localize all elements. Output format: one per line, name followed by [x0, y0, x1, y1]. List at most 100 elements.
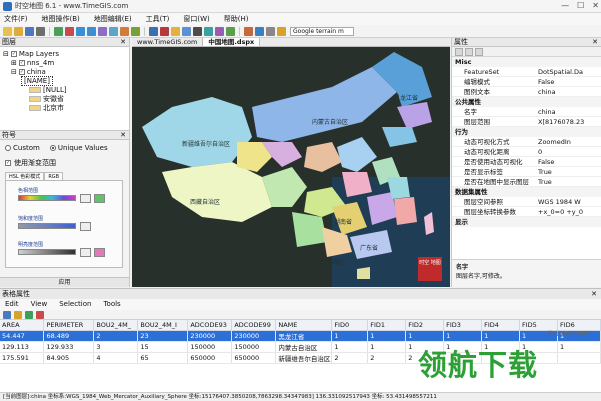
menu-tools[interactable]: 工具(T) — [146, 14, 170, 24]
close-icon[interactable]: ✕ — [591, 289, 597, 299]
tab-hsl[interactable]: HSL 色彩模式 — [5, 172, 45, 180]
apply-ramp-button[interactable] — [94, 194, 105, 203]
table-cell[interactable]: 1 — [481, 330, 521, 342]
column-header[interactable]: BOU2_4M_ — [93, 320, 139, 331]
label-icon[interactable] — [171, 26, 180, 36]
menu-tools[interactable]: Tools — [103, 299, 120, 310]
table-cell[interactable]: 150000 — [231, 341, 277, 353]
filter-icon[interactable] — [14, 311, 22, 319]
column-header[interactable]: BOU2_4M_I — [137, 320, 189, 331]
tab-website[interactable]: www.TimeGIS.com — [132, 38, 204, 46]
menu-window[interactable]: 窗口(W) — [183, 14, 209, 24]
property-value[interactable]: DotSpatial.Da — [536, 67, 601, 76]
table-cell[interactable]: 1 — [331, 330, 369, 342]
property-category[interactable]: 行为 — [452, 127, 601, 137]
saturation-ramp-slider[interactable] — [18, 223, 76, 229]
tree-node-field[interactable]: [NAME] — [3, 75, 129, 86]
province-hainan[interactable] — [357, 267, 370, 279]
column-header[interactable]: FID3 — [443, 320, 483, 331]
table-cell[interactable]: 65 — [137, 352, 189, 364]
clear-selection-icon[interactable] — [36, 311, 44, 319]
line-icon[interactable] — [215, 26, 224, 36]
property-category[interactable]: Misc — [452, 57, 601, 67]
column-header[interactable]: FID5 — [519, 320, 558, 331]
close-icon[interactable]: ✕ — [120, 131, 126, 140]
add-layer-icon[interactable] — [54, 26, 63, 36]
property-row[interactable]: FeatureSet DotSpatial.Da — [452, 67, 601, 77]
column-header[interactable]: ADCODE99 — [231, 320, 277, 331]
menu-map-edit[interactable]: 地图编辑(E) — [94, 14, 132, 24]
property-value[interactable]: china — [536, 107, 601, 116]
column-header[interactable]: FID2 — [405, 320, 445, 331]
apply-button[interactable]: 应用 — [0, 277, 129, 287]
menu-help[interactable]: 帮助(H) — [224, 14, 249, 24]
property-value[interactable]: ZoomedIn — [536, 137, 601, 146]
table-cell[interactable]: 650000 — [231, 352, 277, 364]
point-icon[interactable] — [226, 26, 235, 36]
column-header[interactable]: FID0 — [331, 320, 369, 331]
menu-file[interactable]: 文件(F) — [4, 14, 28, 24]
column-header[interactable]: AREA — [0, 320, 45, 331]
table-cell[interactable]: 2 — [331, 352, 369, 364]
table-cell[interactable]: 129.113 — [0, 341, 45, 353]
table-cell[interactable]: 175.591 — [0, 352, 45, 364]
menu-map-operations[interactable]: 地图操作(B) — [42, 14, 80, 24]
tree-node-map-layers[interactable]: ⊟ ✓ Map Layers — [3, 49, 129, 58]
checkbox[interactable]: ✓ — [10, 50, 17, 57]
column-header[interactable]: NAME — [275, 320, 333, 331]
legend-item[interactable]: 北京市 — [3, 103, 129, 112]
table-cell[interactable]: 23 — [137, 330, 189, 342]
map-canvas[interactable]: 新疆维吾尔自治区 西藏自治区 内蒙古自治区 黑龙江省 湖南省 广东省 广西壮族自… — [132, 47, 450, 287]
table-cell[interactable]: 230000 — [231, 330, 277, 342]
minimize-button[interactable]: — — [561, 1, 569, 10]
swap-button[interactable] — [80, 194, 91, 203]
save-icon[interactable] — [3, 311, 11, 319]
property-category[interactable]: 公共属性 — [452, 97, 601, 107]
table-cell[interactable]: 1 — [557, 341, 601, 353]
new-file-icon[interactable] — [3, 26, 12, 36]
globe-icon[interactable] — [277, 26, 286, 36]
property-row[interactable]: 图例文本 china — [452, 87, 601, 97]
expand-icon[interactable]: ⊞ — [11, 59, 17, 67]
table-cell[interactable]: 3 — [93, 341, 139, 353]
property-row[interactable]: 是否在地图中显示图层 True — [452, 177, 601, 187]
property-value[interactable]: 0 — [536, 147, 601, 156]
zoom-to-selection-icon[interactable] — [25, 311, 33, 319]
close-window-button[interactable]: ✕ — [592, 1, 599, 10]
remove-layer-icon[interactable] — [65, 26, 74, 36]
measure-icon[interactable] — [149, 26, 158, 36]
alphabetical-view-icon[interactable] — [465, 48, 473, 56]
hue-ramp-slider[interactable] — [18, 195, 76, 201]
table-cell[interactable]: 84.905 — [43, 352, 95, 364]
column-header[interactable]: FID4 — [481, 320, 521, 331]
table-cell[interactable]: 129.933 — [43, 341, 95, 353]
expand-icon[interactable]: ⊟ — [3, 50, 9, 58]
property-row[interactable]: 动态可视化距离 0 — [452, 147, 601, 157]
use-gradient-checkbox[interactable]: ✓ 使用渐变范围 — [0, 152, 129, 168]
identify-icon[interactable] — [120, 26, 129, 36]
zoom-out-icon[interactable] — [87, 26, 96, 36]
radio-unique-values[interactable]: Unique Values — [49, 144, 108, 152]
close-icon[interactable]: ✕ — [592, 38, 598, 47]
apply-ramp-button[interactable] — [94, 248, 105, 257]
zoom-in-icon[interactable] — [76, 26, 85, 36]
table-cell[interactable]: 230000 — [187, 330, 233, 342]
property-category[interactable]: 数据集属性 — [452, 187, 601, 197]
table-cell[interactable]: 2 — [93, 330, 139, 342]
polygon-icon[interactable] — [204, 26, 213, 36]
table-cell[interactable]: 54.447 — [0, 330, 45, 342]
property-value[interactable]: False — [536, 157, 601, 166]
province-yunnan[interactable] — [292, 212, 327, 247]
open-folder-icon[interactable] — [14, 26, 23, 36]
property-pages-icon[interactable] — [475, 48, 483, 56]
full-extent-icon[interactable] — [109, 26, 118, 36]
column-header[interactable]: PERIMETER — [43, 320, 95, 331]
tab-rgb[interactable]: RGB — [44, 172, 64, 180]
menu-edit[interactable]: Edit — [5, 299, 19, 310]
table-cell[interactable]: 1 — [443, 330, 483, 342]
province-zhejiang-fujian[interactable] — [394, 197, 417, 225]
arrow-icon[interactable] — [193, 26, 202, 36]
property-value[interactable]: X[8176078.23 — [536, 117, 601, 126]
swap-button[interactable] — [80, 248, 91, 257]
edit-icon[interactable] — [244, 26, 253, 36]
